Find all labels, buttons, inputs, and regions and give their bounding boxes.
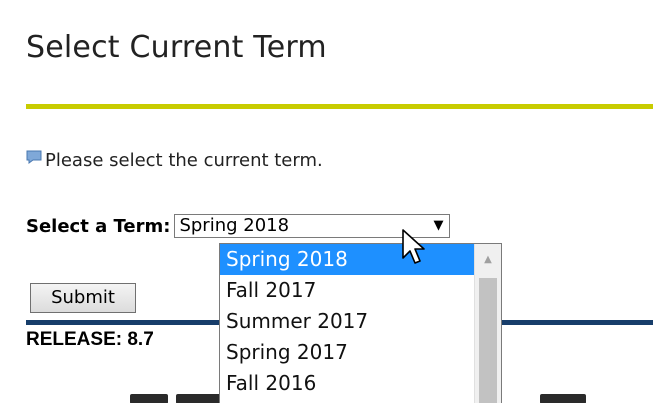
term-select-row: Select a Term: Spring 2018 ▼ [26,214,451,238]
submit-button[interactable]: Submit [30,283,136,313]
term-dropdown-list[interactable]: Spring 2018 Fall 2017 Summer 2017 Spring… [219,243,502,403]
info-message-text: Please select the current term. [45,150,323,171]
term-select-label: Select a Term: [26,215,171,237]
triangle-down-icon: ▼ [433,218,444,233]
page-title: Select Current Term [26,30,327,65]
release-label: RELEASE: 8.7 [26,329,154,350]
dropdown-scrollbar[interactable]: ▲ [474,244,501,403]
term-option[interactable]: Fall 2016 [220,368,501,399]
scroll-thumb[interactable] [479,278,497,403]
term-option[interactable]: Spring 2017 [220,337,501,368]
mouse-pointer-icon [402,229,425,264]
term-select-value: Spring 2018 [179,215,290,236]
speech-bubble-icon [26,150,42,164]
term-option[interactable]: Spring 2018 [220,244,501,275]
scroll-up-arrow-icon[interactable]: ▲ [475,250,501,270]
title-underline-rule [26,104,653,109]
term-option[interactable]: Fall 2017 [220,275,501,306]
term-option[interactable]: Summer 2017 [220,306,501,337]
info-message: Please select the current term. [26,150,323,171]
screenshot-frame: Select Current Term Please select the cu… [0,0,653,403]
